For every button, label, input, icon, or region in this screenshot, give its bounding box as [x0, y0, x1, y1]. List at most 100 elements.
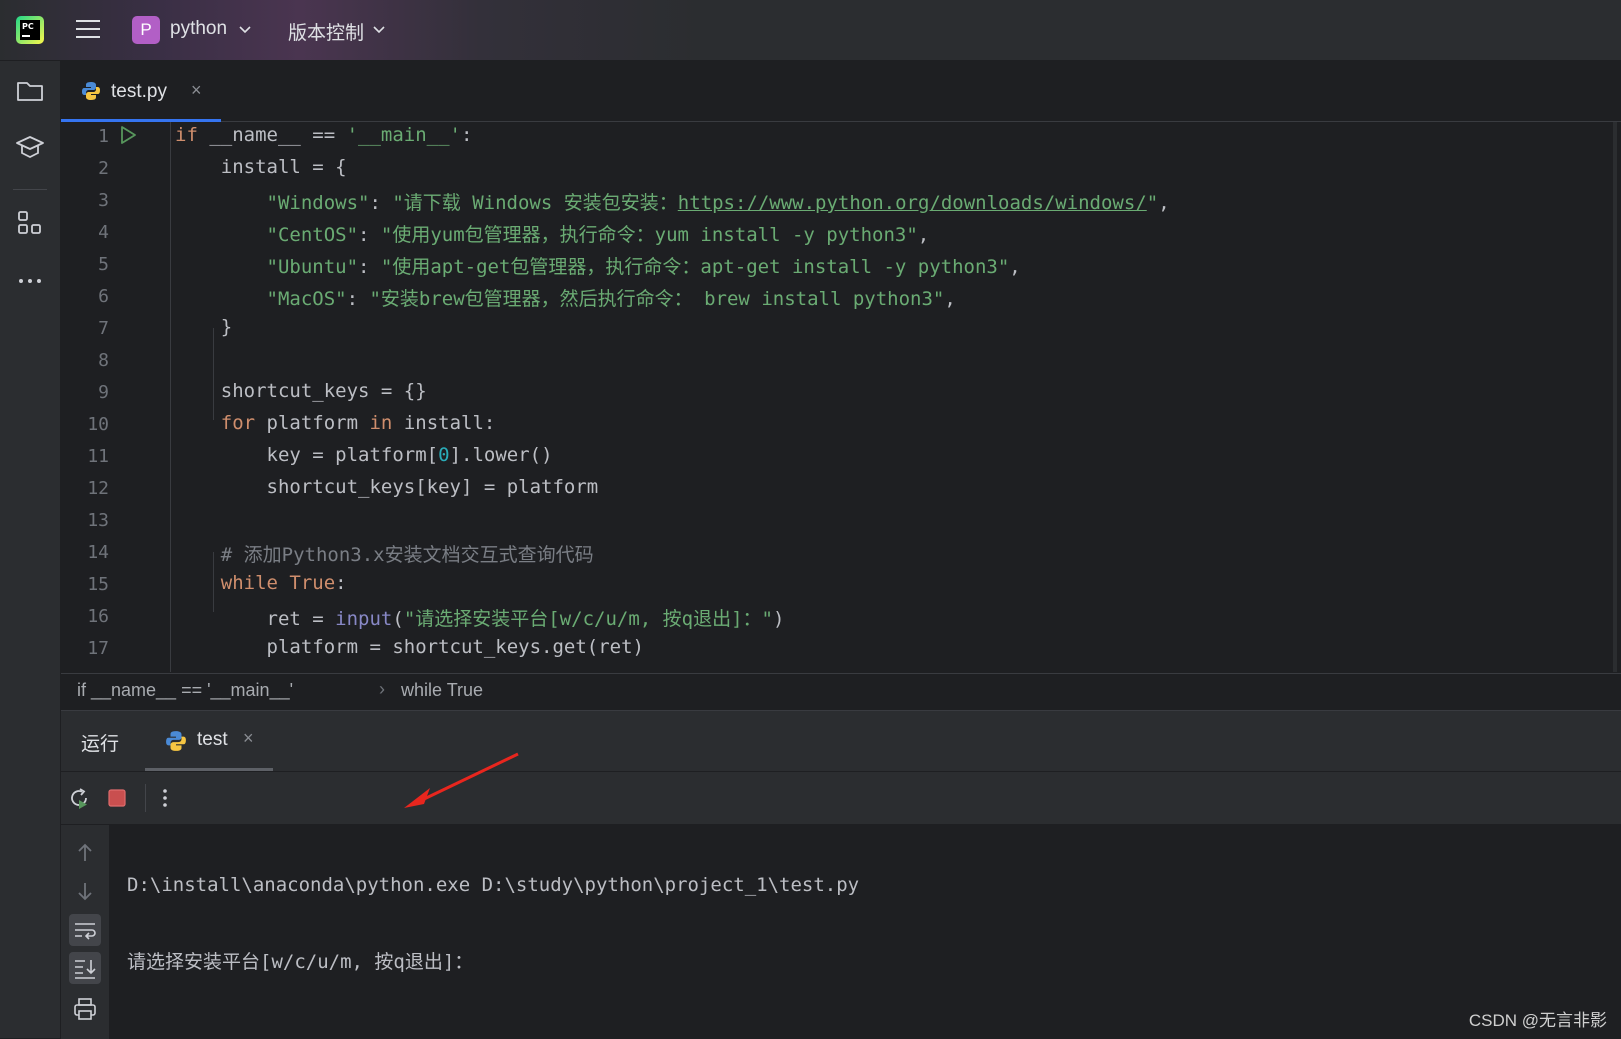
- code-line: 11 key = platform[0].lower(): [61, 440, 1611, 473]
- svg-text:PC: PC: [22, 22, 34, 31]
- python-file-icon: [82, 82, 100, 100]
- title-bar: PC P python 版本控制: [0, 0, 1621, 61]
- code-line: 2 install = {: [61, 152, 1611, 185]
- breadcrumb-separator: ›: [379, 679, 385, 699]
- line-number: 11: [87, 446, 109, 467]
- line-number: 13: [87, 510, 109, 531]
- hamburger-menu-icon[interactable]: [76, 20, 100, 40]
- line-number: 2: [98, 158, 109, 179]
- breadcrumb-item[interactable]: while True: [401, 680, 483, 701]
- code-text: "MacOS": "安装brew包管理器，然后执行命令： brew instal…: [266, 288, 956, 310]
- print-icon[interactable]: [69, 993, 101, 1025]
- code-text: key = platform[0].lower(): [175, 444, 553, 466]
- run-tool-window: 运行 test × D:\install\anaconda\python.exe…: [61, 710, 1621, 1039]
- code-text: ret = input("请选择安装平台[w/c/u/m, 按q退出]："): [175, 608, 785, 630]
- line-number: 14: [87, 542, 109, 563]
- stop-icon[interactable]: [105, 786, 129, 810]
- active-tab-indicator: [145, 768, 273, 771]
- line-number: 7: [98, 318, 109, 339]
- close-icon[interactable]: ×: [191, 80, 202, 101]
- console-output[interactable]: D:\install\anaconda\python.exe D:\study\…: [127, 825, 859, 1023]
- vcs-dropdown[interactable]: 版本控制: [288, 18, 364, 45]
- run-tab-label: test: [197, 729, 228, 750]
- code-text: }: [175, 316, 233, 338]
- rerun-icon[interactable]: [67, 786, 91, 810]
- kebab-menu-icon[interactable]: [153, 786, 177, 810]
- code-line: 9 shortcut_keys = {}: [61, 376, 1611, 409]
- project-name-dropdown[interactable]: python: [170, 18, 227, 40]
- code-text: "Ubuntu": "使用apt-get包管理器，执行命令：apt-get in…: [266, 256, 1021, 278]
- line-number: 6: [98, 286, 109, 307]
- code-line: 1 if __name__ == '__main__':: [61, 122, 1611, 153]
- code-text: while True:: [220, 572, 347, 594]
- run-panel-header: 运行 test ×: [61, 711, 1621, 772]
- tab-label: test.py: [111, 81, 167, 102]
- run-toolbar: [61, 772, 1621, 825]
- code-line: 14 # 添加Python3.x安装文档交互式查询代码: [61, 536, 1611, 569]
- watermark: CSDN @无言非影: [1468, 1011, 1607, 1030]
- code-line: 16 ret = input("请选择安装平台[w/c/u/m, 按q退出]："…: [61, 600, 1611, 633]
- line-number: 16: [87, 606, 109, 627]
- breadcrumb-item[interactable]: if __name__ == '__main__': [77, 680, 293, 701]
- more-icon[interactable]: [14, 265, 46, 297]
- run-panel-title: 运行: [81, 734, 120, 755]
- structure-icon[interactable]: [14, 207, 46, 239]
- code-line: 5 "Ubuntu": "使用apt-get包管理器，执行命令：apt-get …: [61, 248, 1611, 281]
- code-line: 4 "CentOS": "使用yum包管理器，执行命令：yum install …: [61, 216, 1611, 249]
- code-text: "Windows": "请下载 Windows 安装包安装：https://ww…: [266, 192, 1170, 214]
- arrow-up-icon[interactable]: [69, 837, 101, 869]
- line-number: 4: [98, 222, 109, 243]
- console-side-toolbar: [61, 825, 109, 1039]
- code-text: "CentOS": "使用yum包管理器，执行命令：yum install -y…: [266, 224, 930, 246]
- code-line: 3 "Windows": "请下载 Windows 安装包安装：https://…: [61, 184, 1611, 217]
- code-line: 8: [61, 344, 1611, 377]
- code-text: platform = shortcut_keys.get(ret): [175, 636, 645, 658]
- breadcrumb: if __name__ == '__main__' › while True: [61, 673, 1621, 710]
- close-icon[interactable]: ×: [243, 728, 254, 749]
- code-line: 6 "MacOS": "安装brew包管理器，然后执行命令： brew inst…: [61, 280, 1611, 313]
- soft-wrap-toggle[interactable]: [69, 914, 101, 946]
- arrow-down-icon[interactable]: [69, 875, 101, 907]
- code-line: 7 }: [61, 312, 1611, 345]
- line-number: 12: [87, 478, 109, 499]
- project-badge[interactable]: P: [132, 16, 160, 44]
- pycharm-logo-icon[interactable]: PC: [16, 16, 44, 44]
- code-line: 17 platform = shortcut_keys.get(ret): [61, 632, 1611, 665]
- code-text: install = {: [175, 156, 347, 178]
- url-link[interactable]: https://www.python.org/downloads/windows…: [678, 192, 1147, 214]
- soft-wrap-icon: [75, 923, 96, 940]
- line-number: 10: [87, 414, 109, 435]
- tool-window-bar: [0, 61, 61, 1038]
- annotation-arrow-icon: [404, 752, 519, 808]
- code-line: 13: [61, 504, 1611, 537]
- chevron-down-icon[interactable]: [372, 25, 386, 35]
- code-line: 15 while True:: [61, 568, 1611, 601]
- line-number: 15: [87, 574, 109, 595]
- code-text: shortcut_keys = {}: [175, 380, 427, 402]
- divider: [145, 784, 146, 812]
- tab-run-test[interactable]: test ×: [145, 711, 273, 771]
- chevron-down-icon[interactable]: [238, 25, 252, 35]
- line-number: 1: [98, 126, 109, 147]
- line-number: 3: [98, 190, 109, 211]
- run-gutter-icon[interactable]: [117, 124, 139, 146]
- tab-test-py[interactable]: test.py ×: [61, 61, 221, 122]
- code-line: 12 shortcut_keys[key] = platform: [61, 472, 1611, 505]
- divider: [13, 189, 47, 190]
- code-comment: # 添加Python3.x安装文档交互式查询代码: [220, 544, 594, 566]
- line-number: 5: [98, 254, 109, 275]
- line-number: 9: [98, 382, 109, 403]
- code-editor[interactable]: 1 if __name__ == '__main__': 2 install =…: [61, 122, 1617, 672]
- code-text: shortcut_keys[key] = platform: [175, 476, 599, 498]
- console-line: D:\install\anaconda\python.exe D:\study\…: [127, 874, 860, 896]
- python-run-icon: [166, 731, 186, 751]
- folder-icon[interactable]: [14, 75, 46, 107]
- code-text: # 添加Python3.x安装文档交互式查询代码: [175, 540, 594, 567]
- graduation-cap-icon[interactable]: [14, 131, 46, 163]
- vertical-scrollbar[interactable]: [1613, 122, 1617, 672]
- line-number: 17: [87, 638, 109, 659]
- console-line: 请选择安装平台[w/c/u/m, 按q退出]：: [127, 951, 474, 973]
- scroll-to-end-toggle[interactable]: [69, 952, 101, 984]
- code-line: 10 for platform in install:: [61, 408, 1611, 441]
- scroll-to-end-icon: [75, 960, 96, 979]
